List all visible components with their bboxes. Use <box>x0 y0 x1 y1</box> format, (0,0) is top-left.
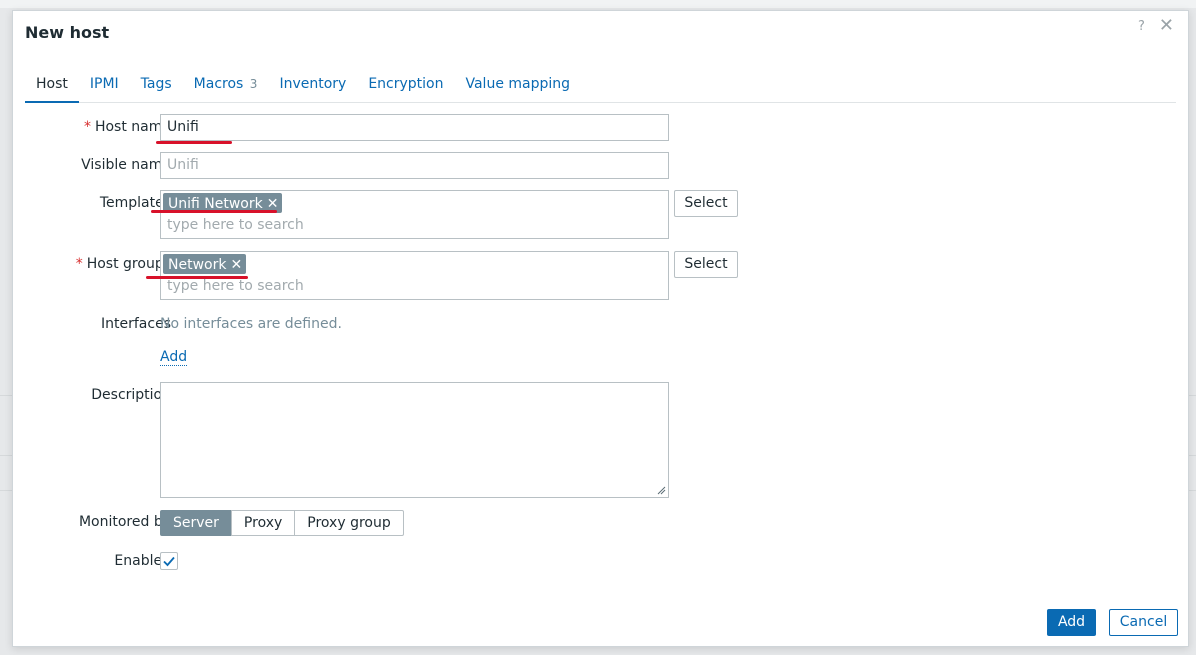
templates-multiselect[interactable]: Unifi Network ✕ type here to search <box>160 190 669 239</box>
dialog-header-icons: ? ✕ <box>1138 17 1174 35</box>
host-groups-select-button[interactable]: Select <box>674 251 738 278</box>
add-interface-link[interactable]: Add <box>160 349 188 366</box>
check-icon <box>163 556 175 567</box>
close-icon[interactable]: ✕ <box>1159 17 1174 35</box>
interfaces-empty-text: No interfaces are defined. <box>160 316 342 332</box>
enabled-checkbox[interactable] <box>160 552 178 570</box>
host-name-input[interactable]: Unifi <box>160 114 669 141</box>
remove-chip-icon[interactable]: ✕ <box>230 257 242 273</box>
host-group-chip: Network ✕ <box>163 254 247 274</box>
tab-label: Macros <box>193 76 244 92</box>
visible-name-label: Visible name <box>81 157 171 173</box>
annotation-underline <box>146 276 248 279</box>
tab-label: Host <box>36 76 68 92</box>
tab-label: Value mapping <box>465 76 571 92</box>
resize-grip-icon[interactable] <box>657 486 666 495</box>
tab-host[interactable]: Host <box>25 73 79 103</box>
tab-bar: Host IPMI Tags Macros 3 Inventory Encryp… <box>25 73 1176 103</box>
templates-search-input[interactable]: type here to search <box>167 217 304 233</box>
tab-macros[interactable]: Macros 3 <box>183 73 269 103</box>
cancel-button[interactable]: Cancel <box>1109 609 1178 636</box>
visible-name-input[interactable]: Unifi <box>160 152 669 179</box>
tab-label: Tags <box>140 76 172 92</box>
tab-value-mapping[interactable]: Value mapping <box>454 73 581 103</box>
tab-inventory[interactable]: Inventory <box>268 73 357 103</box>
host-groups-label: * Host groups <box>76 256 171 272</box>
templates-select-button[interactable]: Select <box>674 190 738 217</box>
host-groups-search-input[interactable]: type here to search <box>167 278 304 294</box>
host-name-label: * Host name <box>84 119 171 135</box>
macros-count-badge: 3 <box>249 77 258 91</box>
tab-label: Encryption <box>368 76 444 92</box>
annotation-underline <box>151 210 277 213</box>
monitored-by-proxy[interactable]: Proxy <box>230 510 296 536</box>
tab-encryption[interactable]: Encryption <box>357 73 454 103</box>
tab-tags[interactable]: Tags <box>130 73 183 103</box>
new-host-dialog: New host ? ✕ Host IPMI Tags Macros 3 Inv… <box>12 10 1189 647</box>
tab-label: IPMI <box>89 76 119 92</box>
dialog-title: New host <box>25 23 110 42</box>
required-mark: * <box>75 256 83 272</box>
help-icon[interactable]: ? <box>1138 19 1145 34</box>
tab-ipmi[interactable]: IPMI <box>79 73 130 103</box>
monitored-by-segmented: Server Proxy Proxy group <box>160 510 404 536</box>
add-button[interactable]: Add <box>1047 609 1096 636</box>
description-textarea[interactable] <box>160 382 669 498</box>
required-mark: * <box>83 119 91 135</box>
host-groups-label-text: Host groups <box>86 256 171 272</box>
monitored-by-proxy-group[interactable]: Proxy group <box>294 510 404 536</box>
monitored-by-label: Monitored by <box>78 514 171 530</box>
annotation-underline <box>156 141 232 144</box>
tab-label: Inventory <box>279 76 347 92</box>
monitored-by-server[interactable]: Server <box>160 510 232 536</box>
background-app <box>0 0 1196 8</box>
chip-label: Network <box>168 256 227 273</box>
